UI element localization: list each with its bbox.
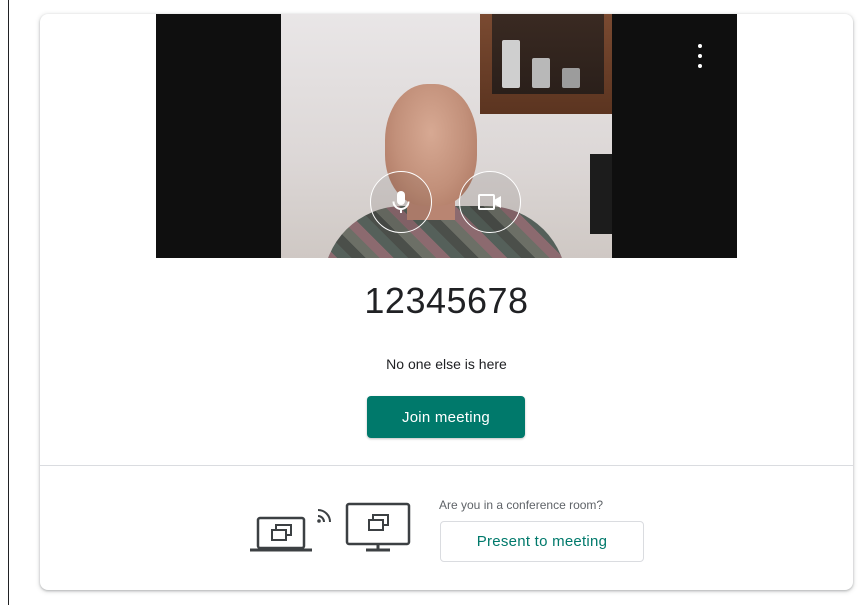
- laptop-present-icon: [250, 516, 312, 552]
- video-preview: [156, 14, 737, 258]
- videocam-icon: [478, 194, 501, 210]
- present-to-meeting-button[interactable]: Present to meeting: [440, 521, 644, 562]
- letterbox-left: [156, 14, 281, 258]
- window-frame: 12345678 No one else is here Join meetin…: [8, 0, 861, 605]
- join-meeting-button[interactable]: Join meeting: [367, 396, 525, 438]
- cast-signal-icon: [317, 509, 331, 523]
- conference-room-question: Are you in a conference room?: [439, 498, 604, 512]
- meeting-code: 12345678: [364, 280, 529, 321]
- more-vert-icon[interactable]: [697, 44, 703, 68]
- monitor-present-icon: [345, 502, 411, 552]
- camera-toggle-button[interactable]: [459, 171, 521, 233]
- letterbox-right: [612, 14, 737, 258]
- section-divider: [40, 465, 853, 466]
- conference-illustration: [250, 498, 415, 558]
- microphone-icon: [392, 191, 410, 213]
- meeting-card: 12345678 No one else is here Join meetin…: [40, 14, 853, 590]
- participants-status: No one else is here: [386, 356, 507, 372]
- microphone-toggle-button[interactable]: [370, 171, 432, 233]
- camera-feed: [281, 14, 612, 258]
- background-shelf: [480, 14, 612, 114]
